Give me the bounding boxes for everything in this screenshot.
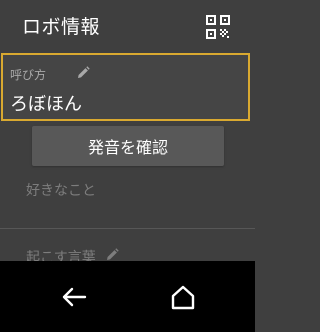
name-field-label: 呼び方	[10, 68, 47, 82]
pencil-icon	[107, 248, 119, 260]
back-arrow-icon	[62, 287, 87, 307]
name-field-value: ろぼほん	[10, 94, 82, 115]
back-button[interactable]	[58, 281, 90, 313]
favorites-label: 好きなこと	[26, 183, 96, 199]
page-title: ロボ情報	[22, 16, 101, 38]
app-header: ロボ情報	[0, 0, 255, 52]
name-field[interactable]: 呼び方 ろぼほん	[1, 53, 250, 121]
navigation-bar	[0, 261, 255, 332]
wake-word-field[interactable]: 起こす言葉	[0, 229, 255, 261]
confirm-pronunciation-button[interactable]: 発音を確認	[32, 126, 224, 166]
home-icon	[171, 285, 195, 310]
pencil-icon	[78, 66, 90, 78]
home-button[interactable]	[167, 281, 199, 313]
qr-code-button[interactable]	[206, 15, 230, 39]
favorites-field[interactable]: 好きなこと	[0, 168, 255, 229]
wake-word-label: 起こす言葉	[26, 250, 96, 261]
qr-code-icon	[206, 15, 230, 39]
